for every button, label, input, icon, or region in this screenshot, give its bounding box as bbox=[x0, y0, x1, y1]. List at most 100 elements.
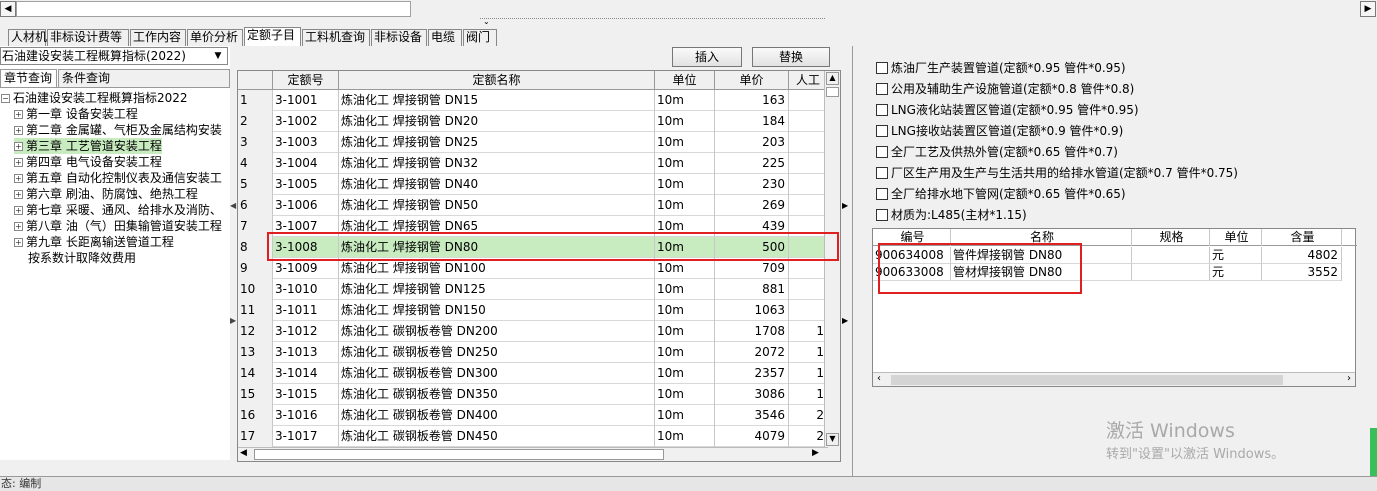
table-row[interactable]: 5 3-1005 炼油化工 焊接钢管 DN40 10m 230 bbox=[238, 174, 828, 195]
tree-item-chapter[interactable]: + 第五章 自动化控制仪表及通信安装工 bbox=[14, 170, 222, 186]
table-row[interactable]: 14 3-1014 炼油化工 碳钢板卷管 DN300 10m 2357 1 bbox=[238, 363, 828, 384]
option-checkbox[interactable]: 公用及辅助生产设施管道(定额*0.8 管件*0.8) bbox=[876, 80, 1134, 98]
collapse-left-icon[interactable]: ◀ bbox=[230, 201, 236, 210]
col-mat-spec[interactable]: 规格 bbox=[1132, 229, 1210, 246]
tab-1[interactable]: 人材机 bbox=[8, 29, 47, 46]
table-row[interactable]: 17 3-1017 炼油化工 碳钢板卷管 DN450 10m 4079 2 bbox=[238, 426, 828, 447]
tab-4[interactable]: 单价分析 bbox=[187, 29, 243, 46]
option-checkbox[interactable]: 材质为:L485(主材*1.15) bbox=[876, 206, 1027, 224]
checkbox-icon[interactable] bbox=[876, 146, 888, 158]
dropdown-arrow-icon[interactable]: ▼ bbox=[211, 48, 225, 64]
checkbox-icon[interactable] bbox=[876, 62, 888, 74]
col-mat-unit[interactable]: 单位 bbox=[1210, 229, 1262, 246]
option-checkbox[interactable]: 全厂工艺及供热外管(定额*0.65 管件*0.7) bbox=[876, 143, 1118, 161]
expand-icon[interactable]: + bbox=[14, 174, 23, 183]
checkbox-icon[interactable] bbox=[876, 188, 888, 200]
tree-item-chapter[interactable]: + 第八章 油（气）田集输管道安装工程 bbox=[14, 218, 222, 234]
collapse-icon[interactable]: − bbox=[1, 94, 10, 103]
tree-item-chapter[interactable]: + 第三章 工艺管道安装工程 bbox=[14, 138, 162, 154]
expand-icon[interactable]: ▶ bbox=[842, 201, 848, 210]
table-row[interactable]: 2 3-1002 炼油化工 焊接钢管 DN20 10m 184 bbox=[238, 111, 828, 132]
expand-icon[interactable]: ▶ bbox=[842, 316, 848, 325]
tab-chapter-query[interactable]: 章节查询 bbox=[0, 69, 57, 88]
expand-icon[interactable]: + bbox=[14, 110, 23, 119]
tree-item-chapter[interactable]: + 第二章 金属罐、气柜及金属结构安装 bbox=[14, 122, 222, 138]
table-row[interactable]: 6 3-1006 炼油化工 焊接钢管 DN50 10m 269 bbox=[238, 195, 828, 216]
hscroll-thumb[interactable] bbox=[254, 449, 664, 460]
table-row[interactable]: 11 3-1011 炼油化工 焊接钢管 DN150 10m 1063 bbox=[238, 300, 828, 321]
tab-3[interactable]: 工作内容 bbox=[130, 29, 186, 46]
tree-item-chapter[interactable]: + 第四章 电气设备安装工程 bbox=[14, 154, 162, 170]
table-row[interactable]: 1 3-1001 炼油化工 焊接钢管 DN15 10m 163 bbox=[238, 90, 828, 111]
scroll-right-icon[interactable]: ▶ bbox=[812, 448, 819, 458]
grid-vscroll[interactable]: ▲ ▼ bbox=[824, 71, 840, 461]
tree-item-chapter[interactable]: + 第九章 长距离输送管道工程 bbox=[14, 234, 174, 250]
tree-item-label: 第六章 刷油、防腐蚀、绝热工程 bbox=[26, 187, 198, 201]
option-checkbox[interactable]: LNG液化站装置区管道(定额*0.95 管件*0.95) bbox=[876, 101, 1139, 119]
tab-5[interactable]: 定额子目 bbox=[244, 27, 301, 46]
col-unit[interactable]: 单位 bbox=[655, 71, 715, 90]
table-row[interactable]: 16 3-1016 炼油化工 碳钢板卷管 DN400 10m 3546 2 bbox=[238, 405, 828, 426]
top-scrollbar[interactable]: ◀ ▶ bbox=[0, 0, 1377, 18]
col-code[interactable]: 定额号 bbox=[273, 71, 339, 90]
scroll-right-icon[interactable]: › bbox=[1347, 373, 1351, 384]
divider-handle[interactable] bbox=[480, 18, 825, 27]
checkbox-icon[interactable] bbox=[876, 104, 888, 116]
col-mat-qty[interactable]: 含量 bbox=[1262, 229, 1342, 246]
scroll-left-icon[interactable]: ◀ bbox=[240, 448, 247, 458]
scroll-right-icon[interactable]: ▶ bbox=[1360, 1, 1376, 17]
option-checkbox[interactable]: 厂区生产用及生产与生活共用的给排水管道(定额*0.7 管件*0.75) bbox=[876, 164, 1238, 182]
scroll-down-icon[interactable]: ▼ bbox=[826, 433, 839, 446]
option-checkbox[interactable]: 全厂给排水地下管网(定额*0.65 管件*0.65) bbox=[876, 185, 1126, 203]
table-row[interactable]: 13 3-1013 炼油化工 碳钢板卷管 DN250 10m 2072 1 bbox=[238, 342, 828, 363]
right-splitter[interactable]: ▶ ▶ bbox=[841, 46, 852, 476]
scroll-track[interactable] bbox=[16, 1, 411, 17]
checkbox-icon[interactable] bbox=[876, 125, 888, 137]
table-row[interactable]: 3 3-1003 炼油化工 焊接钢管 DN25 10m 203 bbox=[238, 132, 828, 153]
col-price[interactable]: 单价 bbox=[715, 71, 789, 90]
insert-button[interactable]: 插入 bbox=[672, 47, 742, 67]
tab-6[interactable]: 工料机查询 bbox=[302, 29, 370, 46]
table-row[interactable]: 15 3-1015 炼油化工 碳钢板卷管 DN350 10m 3086 1 bbox=[238, 384, 828, 405]
option-checkbox[interactable]: LNG接收站装置区管道(定额*0.9 管件*0.9) bbox=[876, 122, 1123, 140]
tab-9[interactable]: 阀门 bbox=[463, 29, 497, 46]
expand-icon[interactable]: + bbox=[14, 158, 23, 167]
scroll-left-icon[interactable]: ◀ bbox=[0, 1, 16, 17]
table-row[interactable]: 4 3-1004 炼油化工 焊接钢管 DN32 10m 225 bbox=[238, 153, 828, 174]
option-checkbox[interactable]: 炼油厂生产装置管道(定额*0.95 管件*0.95) bbox=[876, 59, 1126, 77]
expand-icon[interactable]: + bbox=[14, 222, 23, 231]
col-name[interactable]: 定额名称 bbox=[339, 71, 655, 90]
index-select[interactable]: 石油建设安装工程概算指标(2022) ▼ bbox=[0, 47, 228, 65]
checkbox-icon[interactable] bbox=[876, 209, 888, 221]
scroll-left-icon[interactable]: ‹ bbox=[877, 373, 881, 384]
tree-root[interactable]: − 石油建设安装工程概算指标2022 bbox=[1, 90, 188, 106]
tree-item-chapter[interactable]: + 第一章 设备安装工程 bbox=[14, 106, 138, 122]
tab-7[interactable]: 非标设备 bbox=[371, 29, 427, 46]
scroll-thumb[interactable] bbox=[826, 87, 839, 97]
table-row[interactable]: 12 3-1012 炼油化工 碳钢板卷管 DN200 10m 1708 1 bbox=[238, 321, 828, 342]
hscroll-thumb[interactable] bbox=[891, 375, 1283, 385]
cell-labor: 1 bbox=[789, 363, 828, 384]
table-row[interactable]: 10 3-1010 炼油化工 焊接钢管 DN125 10m 881 bbox=[238, 279, 828, 300]
collapse-right-icon[interactable]: ▶ bbox=[230, 316, 236, 325]
material-hscroll[interactable]: ‹ › bbox=[873, 372, 1355, 386]
tab-8[interactable]: 电缆 bbox=[428, 29, 462, 46]
expand-icon[interactable]: + bbox=[14, 238, 23, 247]
tree-item-chapter[interactable]: + 第六章 刷油、防腐蚀、绝热工程 bbox=[14, 186, 198, 202]
expand-icon[interactable]: + bbox=[14, 142, 23, 151]
expand-icon[interactable]: + bbox=[14, 206, 23, 215]
cell-code: 3-1013 bbox=[273, 342, 339, 363]
tree-item-extra[interactable]: 按系数计取降效费用 bbox=[28, 250, 136, 266]
tab-condition-query[interactable]: 条件查询 bbox=[58, 69, 230, 88]
tree-item-chapter[interactable]: + 第七章 采暖、通风、给排水及消防、 bbox=[14, 202, 222, 218]
checkbox-icon[interactable] bbox=[876, 83, 888, 95]
replace-button[interactable]: 替换 bbox=[752, 47, 830, 67]
table-row[interactable]: 9 3-1009 炼油化工 焊接钢管 DN100 10m 709 bbox=[238, 258, 828, 279]
col-labor[interactable]: 人工 bbox=[789, 71, 828, 90]
expand-icon[interactable]: + bbox=[14, 190, 23, 199]
grid-hscroll[interactable]: ◀ ▶ bbox=[238, 447, 828, 461]
expand-icon[interactable]: + bbox=[14, 126, 23, 135]
checkbox-icon[interactable] bbox=[876, 167, 888, 179]
tab-2[interactable]: 非标设计费等 bbox=[47, 29, 129, 46]
scroll-up-icon[interactable]: ▲ bbox=[826, 72, 839, 85]
